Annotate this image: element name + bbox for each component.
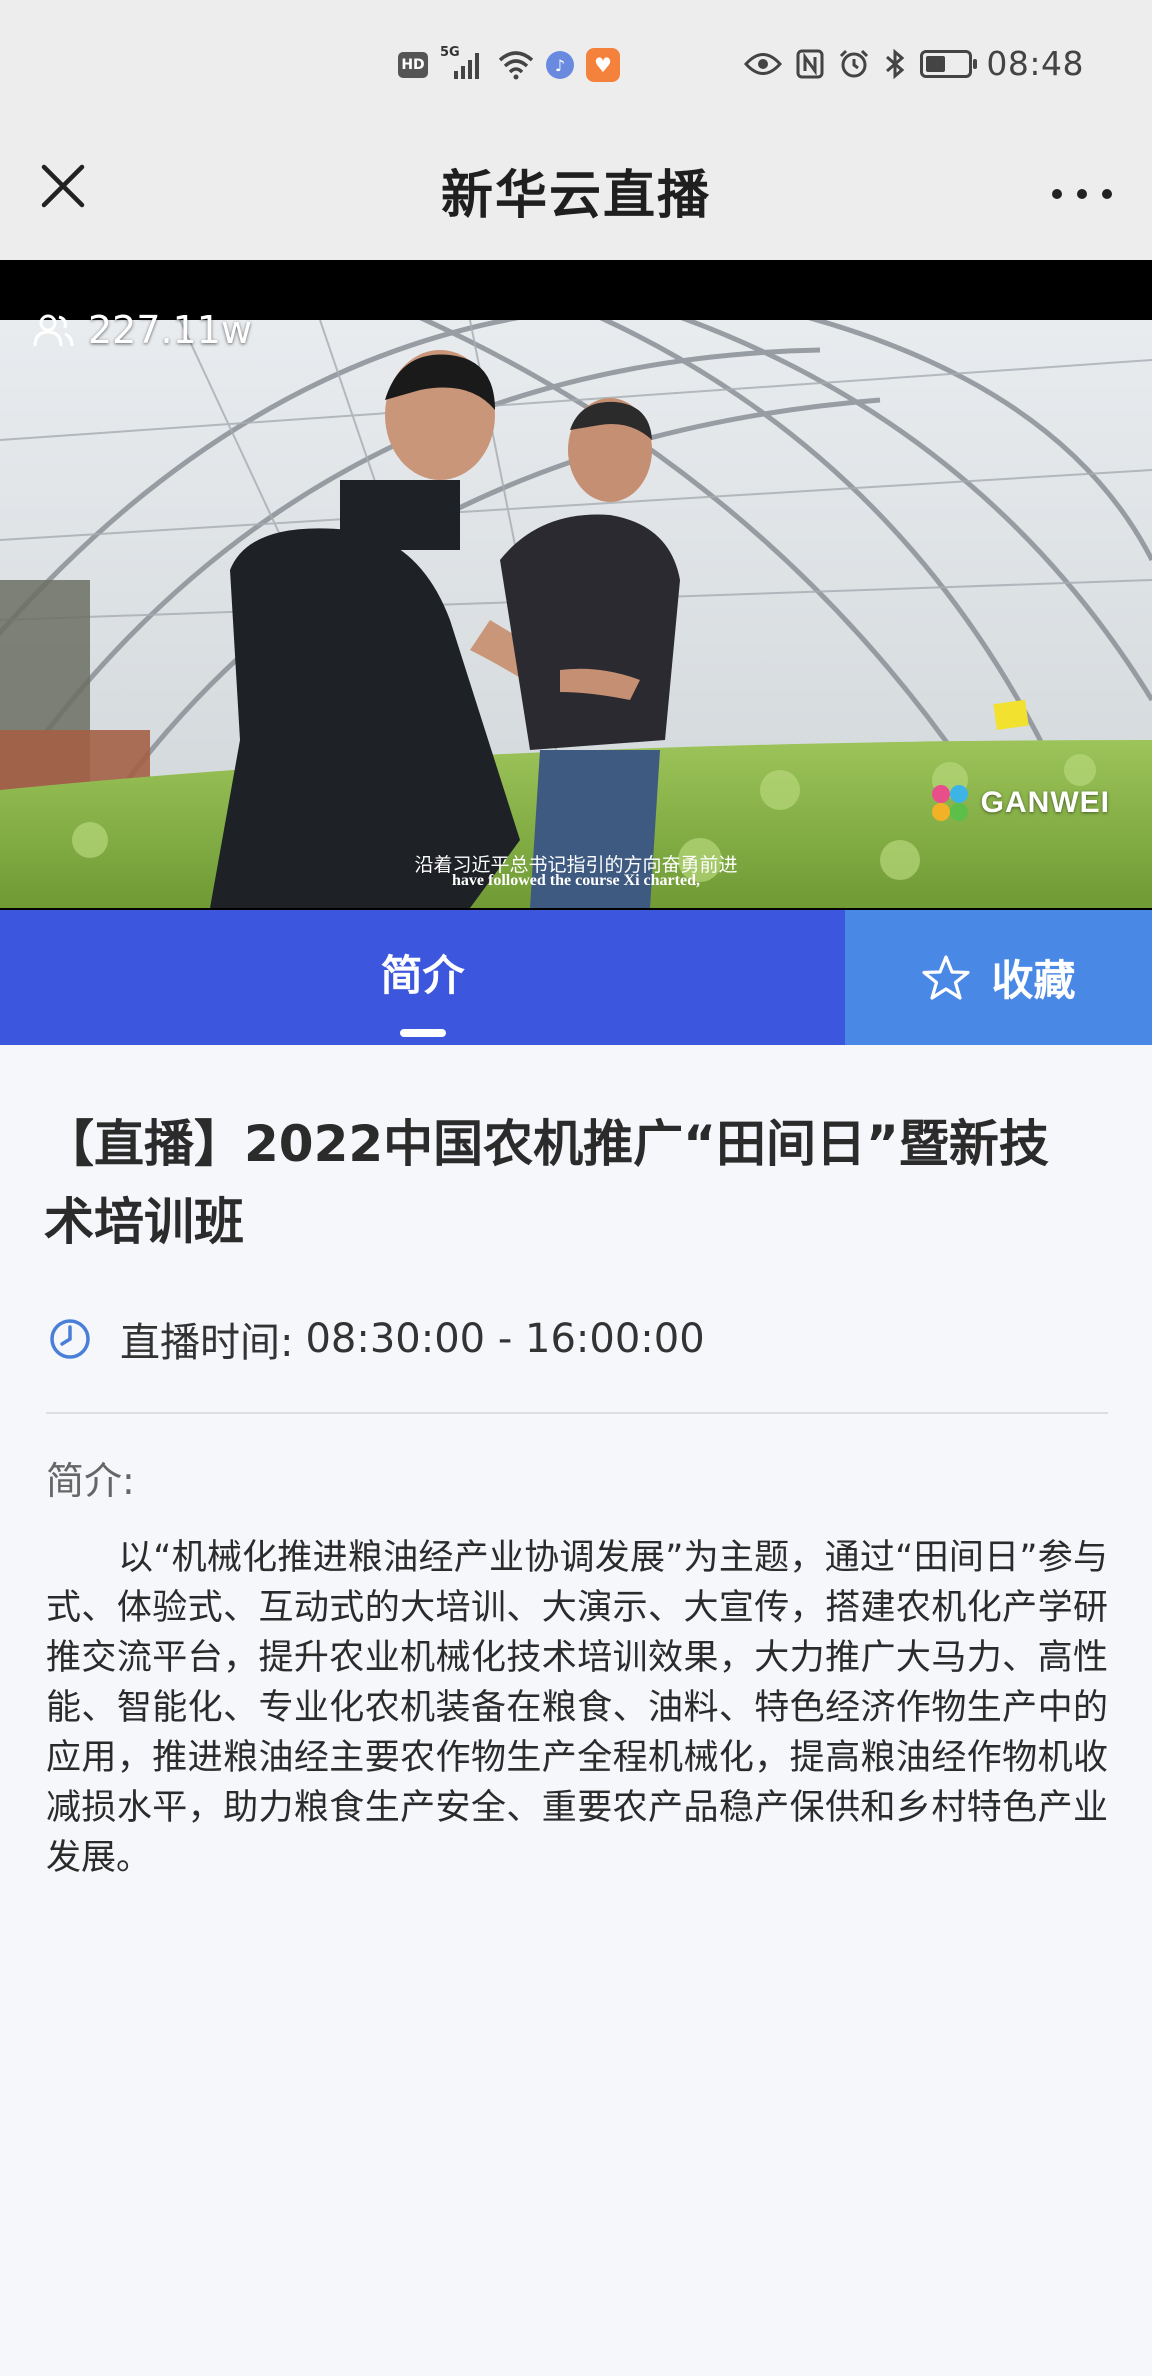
tab-bar: 简介 收藏 <box>0 910 1152 1045</box>
more-dot-icon <box>1102 189 1112 199</box>
description-label: 简介: <box>46 1459 135 1503</box>
status-bar: HD 5G ♪ ♥ 08:48 <box>0 0 1152 135</box>
status-time: 08:48 <box>986 44 1084 83</box>
viewer-count: 227.11w <box>32 308 252 352</box>
alarm-icon <box>840 49 869 77</box>
favorite-button[interactable]: 收藏 <box>845 910 1152 1045</box>
viewer-count-value: 227.11w <box>88 308 253 352</box>
live-time-label: 直播时间: <box>120 1320 294 1366</box>
divider <box>46 1412 1108 1414</box>
content-panel: 【直播】2022中国农机推广“田间日”暨新技术培训班 直播时间: 08:30:0… <box>0 1045 1152 2376</box>
star-icon <box>922 954 971 1000</box>
live-time-value: 08:30:00 - 16:00:00 <box>305 1316 705 1362</box>
nfc-icon <box>796 49 824 78</box>
tab-intro-label: 简介 <box>380 951 465 1000</box>
music-app-icon: ♪ <box>546 51 574 79</box>
page-title: 新华云直播 <box>440 166 711 226</box>
ganwei-logo: GANWEI <box>927 780 1110 826</box>
nav-bar: 新华云直播 <box>0 135 1152 260</box>
tab-active-indicator <box>400 1029 446 1037</box>
battery-level <box>926 55 945 72</box>
favorite-label: 收藏 <box>991 956 1076 1005</box>
clock-icon <box>50 1319 90 1359</box>
eye-comfort-icon <box>744 52 783 75</box>
viewers-icon <box>33 314 74 347</box>
bluetooth-icon <box>886 48 905 79</box>
battery-icon <box>920 49 978 78</box>
tab-intro[interactable]: 简介 <box>0 910 845 1045</box>
more-options-button[interactable] <box>1052 179 1112 209</box>
cellular-signal-icon: 5G <box>440 45 486 81</box>
hd-badge: HD <box>398 52 428 78</box>
status-bar-right: 08:48 <box>744 44 1084 83</box>
wifi-icon <box>498 51 534 80</box>
health-app-icon: ♥ <box>586 48 620 82</box>
ganwei-logo-icon <box>931 785 968 821</box>
description-text: 以“机械化推进粮油经产业协调发展”为主题，通过“田间日”参与式、体验式、互动式的… <box>46 1538 1108 1878</box>
status-bar-left: HD 5G ♪ ♥ <box>398 45 620 82</box>
video-subtitle-en: have followed the course Xi charted, <box>452 872 700 889</box>
event-title: 【直播】2022中国农机推广“田间日”暨新技术培训班 <box>44 1115 1049 1251</box>
more-dot-icon <box>1077 189 1087 199</box>
more-dot-icon <box>1052 189 1062 199</box>
live-time-row: 直播时间: 08:30:00 - 16:00:00 <box>48 1310 705 1368</box>
ganwei-logo-text: GANWEI <box>980 786 1110 819</box>
video-player[interactable]: 227.11w GANWEI 沿着习近平总书记指引的方向奋勇前进 have fo… <box>0 260 1152 910</box>
page: HD 5G ♪ ♥ 08:48 新华云直播 227.11w GANWEI 沿着习… <box>0 0 1152 2376</box>
